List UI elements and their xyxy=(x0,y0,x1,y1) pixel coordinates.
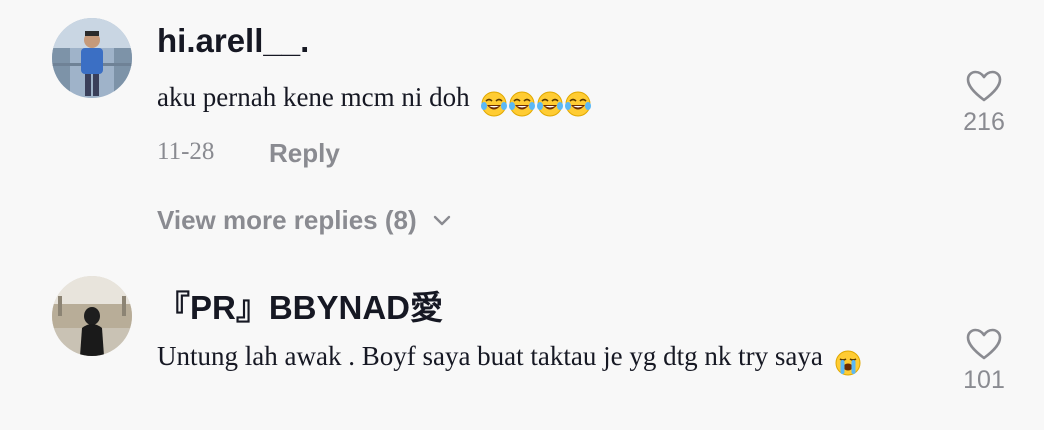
comment-text: Untung lah awak . Boyf saya buat taktau … xyxy=(157,333,937,383)
tears-of-joy-emoji-icon xyxy=(565,91,592,117)
comment-text-content: aku pernah kene mcm ni doh xyxy=(157,82,470,112)
avatar-image xyxy=(52,18,132,98)
comment-date: 11-28 xyxy=(157,138,215,165)
emoji-group xyxy=(834,337,862,383)
avatar-image xyxy=(52,276,132,356)
comment-username[interactable]: hi.arell__. xyxy=(157,22,309,60)
reply-button[interactable]: Reply xyxy=(269,138,340,169)
avatar[interactable] xyxy=(52,18,132,98)
view-more-replies-button[interactable]: View more replies (8) xyxy=(157,205,451,236)
like-count: 101 xyxy=(963,366,1005,394)
tears-of-joy-emoji-icon xyxy=(537,91,564,117)
tears-of-joy-emoji-icon xyxy=(481,91,508,117)
like-button[interactable]: 101 xyxy=(954,328,1014,395)
loudly-crying-emoji-icon xyxy=(835,350,861,376)
heart-icon xyxy=(966,70,1002,102)
tears-of-joy-emoji-icon xyxy=(509,91,536,117)
like-count: 216 xyxy=(963,108,1005,136)
comment-text: aku pernah kene mcm ni doh xyxy=(157,74,937,124)
like-button[interactable]: 216 xyxy=(954,70,1014,137)
avatar[interactable] xyxy=(52,276,132,356)
comment-text-content: Untung lah awak . Boyf saya buat taktau … xyxy=(157,341,823,371)
emoji-group xyxy=(480,78,592,124)
chevron-down-icon xyxy=(433,215,450,225)
comments-panel: hi.arell__. aku pernah kene mcm ni doh 1… xyxy=(0,0,1044,430)
comment-username[interactable]: 『PR』BBYNAD愛 xyxy=(157,281,443,329)
view-more-replies-label: View more replies (8) xyxy=(157,205,417,235)
heart-icon xyxy=(966,328,1002,360)
